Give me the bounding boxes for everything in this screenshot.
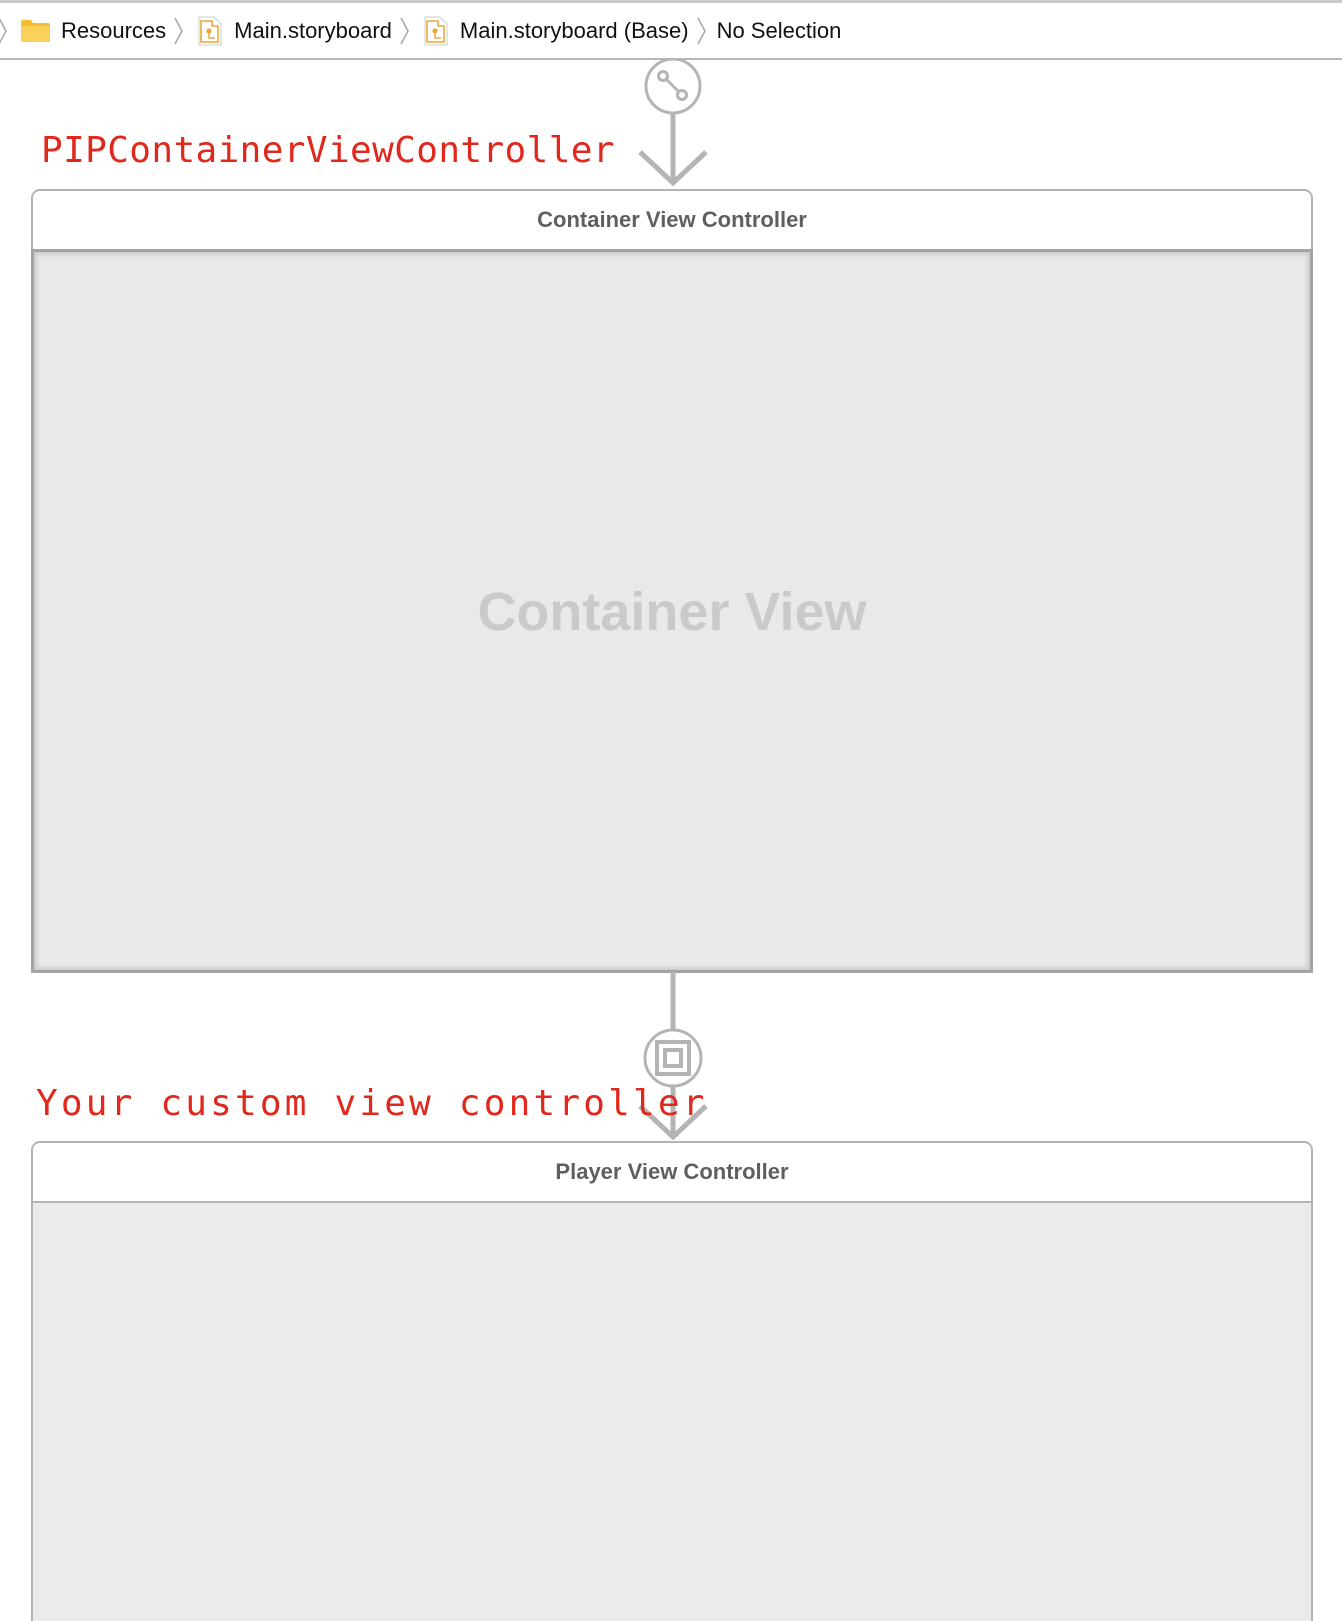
breadcrumb-label: Resources [61,17,167,43]
entry-segue-arrow[interactable] [633,58,713,188]
breadcrumb-resources[interactable]: Resources [20,3,166,58]
storyboard-file-icon [424,16,448,45]
chevron-right-icon [174,16,188,46]
breadcrumb-main-storyboard-base[interactable]: Main.storyboard (Base) [420,3,689,58]
annotation-custom-view-controller: Your custom view controller [36,1083,708,1124]
entry-segue-icon [644,58,702,115]
jump-bar: Resources Main.storyboard Main.storyboar… [0,0,1342,60]
folder-icon [21,19,50,42]
chevron-right-icon [696,16,711,46]
breadcrumb-label: Main.storyboard [234,17,392,43]
breadcrumb-label: Main.storyboard (Base) [459,17,689,43]
embed-segue-icon [643,1028,703,1088]
chevron-right-icon [0,16,12,46]
storyboard-file-icon [198,16,222,45]
annotation-pip-container: PIPContainerViewController [41,130,615,171]
chevron-right-icon [400,16,414,46]
scene-container-view-controller[interactable]: Container View Controller Container View [31,189,1313,973]
container-view-label: Container View [477,582,867,642]
breadcrumb-no-selection[interactable]: No Selection [717,3,842,58]
scene-title[interactable]: Container View Controller [33,191,1311,251]
player-view[interactable] [33,1203,1311,1621]
breadcrumb-main-storyboard[interactable]: Main.storyboard [194,3,392,58]
breadcrumb-label: No Selection [716,17,842,43]
scene-title[interactable]: Player View Controller [33,1143,1311,1203]
container-view[interactable]: Container View [31,249,1313,973]
scene-player-view-controller[interactable]: Player View Controller [31,1141,1313,1621]
